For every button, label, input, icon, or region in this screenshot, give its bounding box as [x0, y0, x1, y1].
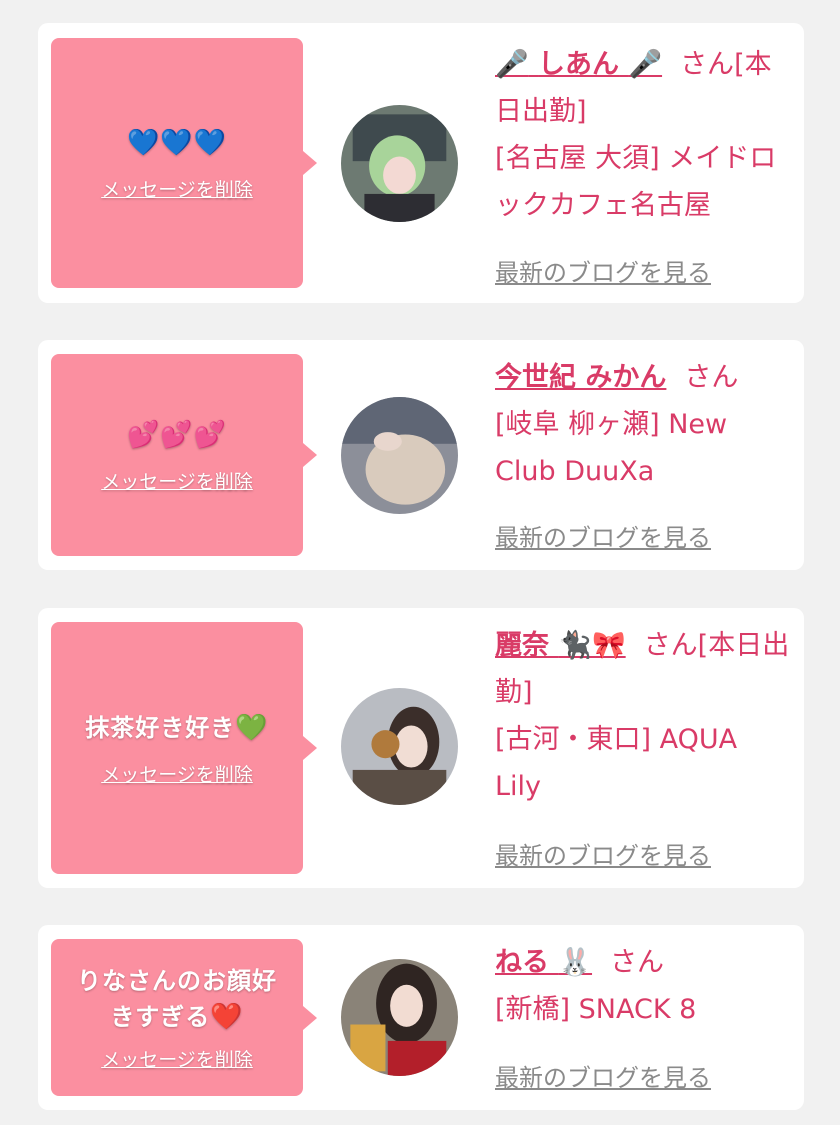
shop-info: [岐阜 柳ヶ瀬] New Club DuuXa [495, 409, 728, 487]
shop-info: [名古屋 大須] メイドロックカフェ名古屋 [495, 143, 777, 221]
cast-name-link[interactable]: 今世紀 みかん [495, 362, 666, 393]
avatar-photo-icon [341, 688, 458, 805]
black-cat-ribbon-icon: 🐈‍⬛🎀 [558, 630, 626, 661]
latest-blog-link[interactable]: 最新のブログを見る [495, 1058, 711, 1093]
message-bubble: 💙💙💙 メッセージを削除 [51, 38, 317, 288]
delete-message-link[interactable]: メッセージを削除 [101, 175, 253, 202]
avatar-photo-icon [341, 397, 458, 514]
cast-name-link[interactable]: ねる 🐰 [495, 947, 592, 978]
rabbit-icon: 🐰 [558, 947, 593, 978]
cast-info: 今世紀 みかん さん [岐阜 柳ヶ瀬] New Club DuuXa [495, 354, 791, 495]
shop-info: [古河・東口] AQUA Lily [495, 724, 738, 802]
green-heart-emoji: 💚 [235, 712, 269, 743]
avatar-photo-icon [341, 959, 458, 1076]
latest-blog-link[interactable]: 最新のブログを見る [495, 253, 711, 288]
message-card: 💕💕💕 メッセージを削除 今世紀 みかん さん [岐阜 柳ヶ瀬] New Club… [38, 340, 804, 570]
san-suffix: さん [684, 362, 739, 393]
cast-name-link[interactable]: 麗奈 🐈‍⬛🎀 [495, 630, 626, 661]
message-text: 💕💕💕 [113, 417, 241, 453]
message-text: 抹茶好き好き💚 [85, 712, 269, 743]
cast-info: 麗奈 🐈‍⬛🎀 さん[本日出勤] [古河・東口] AQUA Lily [495, 622, 791, 810]
message-card: 抹茶好き好き💚 メッセージを削除 麗奈 🐈‍⬛🎀 さん[本日出勤] [古河・東口]… [38, 608, 804, 888]
message-card: 💙💙💙 メッセージを削除 🎤 しあん 🎤 さん[本日出勤] [名古屋 大須] メイ… [38, 23, 804, 303]
cast-name-link[interactable]: 🎤 しあん 🎤 [495, 49, 662, 80]
avatar[interactable] [341, 105, 458, 222]
avatar-photo-icon [341, 105, 458, 222]
message-bubble: 抹茶好き好き💚 メッセージを削除 [51, 622, 317, 874]
cast-info: ねる 🐰 さん [新橋] SNACK 8 [495, 939, 791, 1033]
two-hearts-emoji: 💕💕💕 [126, 419, 228, 450]
san-suffix: さん [610, 947, 665, 978]
microphone-icon: 🎤 [628, 49, 663, 80]
san-suffix: さん [680, 49, 735, 80]
message-card: りなさんのお顔好きすぎる❤️ メッセージを削除 ねる 🐰 さん [新橋] SNAC… [38, 925, 804, 1110]
latest-blog-link[interactable]: 最新のブログを見る [495, 836, 711, 871]
message-bubble: りなさんのお顔好きすぎる❤️ メッセージを削除 [51, 939, 317, 1096]
microphone-icon: 🎤 [495, 49, 529, 80]
delete-message-link[interactable]: メッセージを削除 [101, 467, 253, 494]
delete-message-link[interactable]: メッセージを削除 [101, 1045, 253, 1072]
san-suffix: さん [643, 630, 698, 661]
latest-blog-link[interactable]: 最新のブログを見る [495, 518, 711, 553]
shop-info: [新橋] SNACK 8 [495, 994, 697, 1025]
red-heart-emoji: ❤️ [210, 1002, 244, 1032]
message-text: 💙💙💙 [113, 125, 241, 161]
avatar[interactable] [341, 397, 458, 514]
delete-message-link[interactable]: メッセージを削除 [101, 760, 253, 787]
blue-hearts-emoji: 💙💙💙 [126, 127, 228, 158]
cast-info: 🎤 しあん 🎤 さん[本日出勤] [名古屋 大須] メイドロックカフェ名古屋 [495, 41, 791, 229]
avatar[interactable] [341, 688, 458, 805]
message-bubble: 💕💕💕 メッセージを削除 [51, 354, 317, 556]
avatar[interactable] [341, 959, 458, 1076]
message-text: りなさんのお顔好きすぎる❤️ [77, 967, 277, 1032]
